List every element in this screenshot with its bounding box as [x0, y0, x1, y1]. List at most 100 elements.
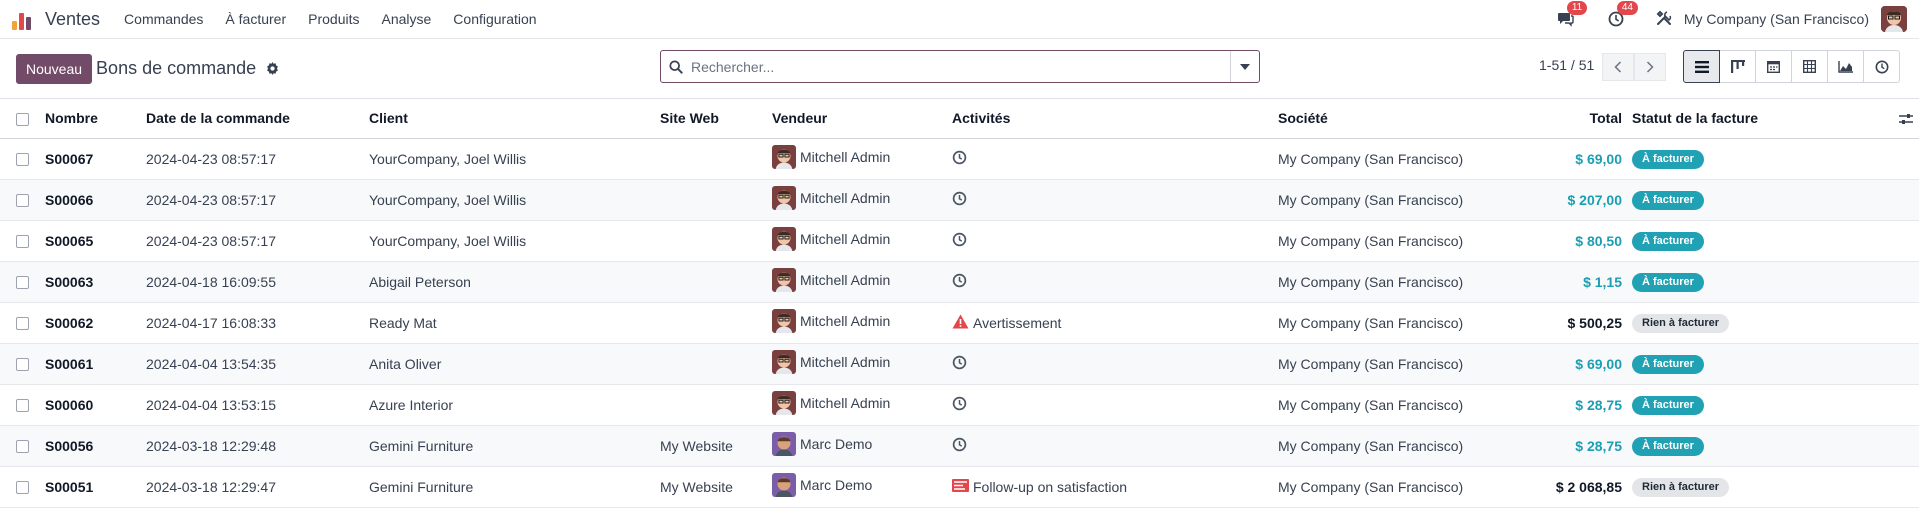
- activity-widget[interactable]: [952, 191, 971, 209]
- table-row[interactable]: S00061 2024-04-04 13:54:35 Anita Oliver …: [0, 343, 1919, 385]
- seller-widget[interactable]: Mitchell Admin: [772, 186, 890, 210]
- user-avatar[interactable]: [1881, 6, 1907, 32]
- graph-view-button[interactable]: [1827, 50, 1864, 83]
- activity-widget[interactable]: [952, 232, 971, 250]
- seller-name: Mitchell Admin: [800, 354, 891, 370]
- clock-icon: [952, 437, 967, 455]
- row-checkbox[interactable]: [16, 317, 29, 331]
- search-options-toggle[interactable]: [1230, 51, 1259, 82]
- row-checkbox[interactable]: [16, 399, 29, 413]
- order-total: $ 2 068,85: [1483, 466, 1632, 508]
- activity-widget[interactable]: [952, 273, 971, 291]
- activity-widget[interactable]: [952, 355, 971, 373]
- search-input[interactable]: [691, 58, 1230, 75]
- order-website: [660, 179, 772, 221]
- column-header-seller[interactable]: Vendeur: [772, 99, 952, 139]
- new-button[interactable]: Nouveau: [16, 53, 93, 84]
- activity-widget[interactable]: [952, 396, 971, 414]
- seller-widget[interactable]: Mitchell Admin: [772, 268, 890, 292]
- menu-products[interactable]: Produits: [308, 11, 359, 27]
- table-row[interactable]: S00067 2024-04-23 08:57:17 YourCompany, …: [0, 138, 1919, 180]
- seller-widget[interactable]: Marc Demo: [772, 473, 872, 497]
- column-header-client[interactable]: Client: [369, 99, 660, 139]
- order-activities-cell: [952, 220, 1278, 262]
- activity-widget[interactable]: [952, 437, 971, 455]
- column-header-company[interactable]: Société: [1278, 99, 1483, 139]
- row-checkbox[interactable]: [16, 358, 29, 372]
- activity-view-button[interactable]: [1863, 50, 1900, 83]
- activities-count-badge: 44: [1616, 1, 1638, 15]
- menu-reporting[interactable]: Analyse: [381, 11, 431, 27]
- seller-widget[interactable]: Marc Demo: [772, 432, 872, 456]
- activity-widget[interactable]: [952, 150, 971, 168]
- seller-widget[interactable]: Mitchell Admin: [772, 391, 890, 415]
- row-checkbox[interactable]: [16, 153, 29, 167]
- list-view-button[interactable]: [1683, 50, 1720, 83]
- pivot-icon: [1803, 60, 1816, 73]
- activity-widget[interactable]: Avertissement: [952, 314, 1061, 332]
- pivot-view-button[interactable]: [1791, 50, 1828, 83]
- row-select-cell: [0, 343, 45, 385]
- menu-to-invoice[interactable]: À facturer: [225, 11, 286, 27]
- menu-orders[interactable]: Commandes: [124, 11, 203, 27]
- select-all-checkbox[interactable]: [16, 113, 29, 127]
- order-number: S00065: [45, 220, 146, 262]
- table-row[interactable]: S00066 2024-04-23 08:57:17 YourCompany, …: [0, 179, 1919, 221]
- row-checkbox[interactable]: [16, 276, 29, 290]
- activities-button[interactable]: 44: [1606, 1, 1638, 29]
- seller-widget[interactable]: Mitchell Admin: [772, 227, 890, 251]
- seller-widget[interactable]: Mitchell Admin: [772, 309, 890, 333]
- graph-icon: [1838, 60, 1853, 73]
- kanban-view-button[interactable]: [1719, 50, 1756, 83]
- app-brand[interactable]: Ventes: [45, 9, 100, 30]
- pager-value[interactable]: 1-51 / 51: [1539, 57, 1594, 73]
- order-date: 2024-04-04 13:53:15: [146, 384, 369, 426]
- messages-count-badge: 11: [1566, 1, 1588, 15]
- seller-widget[interactable]: Mitchell Admin: [772, 350, 890, 374]
- table-row[interactable]: S00063 2024-04-18 16:09:55 Abigail Peter…: [0, 261, 1919, 303]
- column-header-date[interactable]: Date de la commande: [146, 99, 369, 139]
- row-checkbox[interactable]: [16, 440, 29, 454]
- optional-columns-button[interactable]: [1899, 113, 1913, 125]
- order-total-amount: $ 69,00: [1575, 150, 1622, 167]
- order-client: Anita Oliver: [369, 343, 660, 385]
- column-header-invoice-status[interactable]: Statut de la facture: [1632, 110, 1758, 126]
- order-seller-cell: Mitchell Admin: [772, 261, 952, 303]
- table-row[interactable]: S00065 2024-04-23 08:57:17 YourCompany, …: [0, 220, 1919, 262]
- row-checkbox[interactable]: [16, 235, 29, 249]
- seller-avatar: [772, 391, 796, 415]
- debug-tools-button[interactable]: [1656, 10, 1672, 29]
- column-header-total[interactable]: Total: [1483, 99, 1632, 139]
- row-checkbox[interactable]: [16, 481, 29, 495]
- order-total: $ 28,75: [1483, 425, 1632, 467]
- order-seller-cell: Mitchell Admin: [772, 384, 952, 426]
- pager-next-button[interactable]: [1634, 53, 1666, 81]
- sales-app-logo[interactable]: [12, 8, 34, 30]
- order-seller-cell: Marc Demo: [772, 466, 952, 508]
- actions-gear-button[interactable]: [266, 62, 279, 75]
- order-date: 2024-04-23 08:57:17: [146, 138, 369, 180]
- seller-avatar: [772, 186, 796, 210]
- table-row[interactable]: S00056 2024-03-18 12:29:48 Gemini Furnit…: [0, 425, 1919, 467]
- row-checkbox[interactable]: [16, 194, 29, 208]
- pager-previous-button[interactable]: [1602, 53, 1634, 81]
- calendar-view-button[interactable]: [1755, 50, 1792, 83]
- table-row[interactable]: S00062 2024-04-17 16:08:33 Ready Mat Mit…: [0, 302, 1919, 344]
- order-invoice-status-cell: À facturer: [1632, 138, 1919, 180]
- seller-widget[interactable]: Mitchell Admin: [772, 145, 890, 169]
- table-row[interactable]: S00060 2024-04-04 13:53:15 Azure Interio…: [0, 384, 1919, 426]
- messaging-button[interactable]: 11: [1556, 1, 1588, 29]
- column-header-website[interactable]: Site Web: [660, 99, 772, 139]
- company-switcher[interactable]: My Company (San Francisco): [1684, 11, 1869, 27]
- column-header-name[interactable]: Nombre: [45, 99, 146, 139]
- seller-avatar: [772, 145, 796, 169]
- row-select-cell: [0, 261, 45, 303]
- menu-configuration[interactable]: Configuration: [453, 11, 536, 27]
- activity-icon: [1875, 60, 1888, 73]
- column-header-activities[interactable]: Activités: [952, 99, 1278, 139]
- order-company: My Company (San Francisco): [1278, 179, 1483, 221]
- activity-widget[interactable]: Follow-up on satisfaction: [952, 478, 1127, 495]
- user-avatar-icon: [1881, 6, 1907, 32]
- table-row[interactable]: S00051 2024-03-18 12:29:47 Gemini Furnit…: [0, 466, 1919, 508]
- order-total-amount: $ 28,75: [1575, 396, 1622, 413]
